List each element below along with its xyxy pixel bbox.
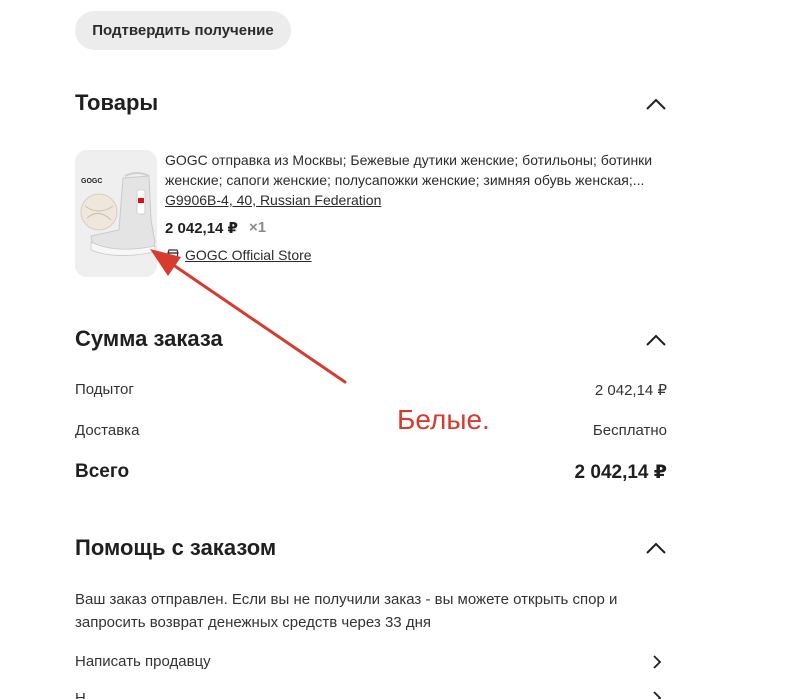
help-text: Ваш заказ отправлен. Если вы не получили… <box>75 591 618 631</box>
second-help-chevron-right-icon[interactable] <box>652 690 662 699</box>
products-collapse-chevron-up-icon[interactable] <box>645 97 667 111</box>
subtotal-value: 2 042,14 ₽ <box>594 382 667 399</box>
annotation-text: Белые. <box>397 404 490 435</box>
help-collapse-chevron-up-icon[interactable] <box>645 541 667 555</box>
write-to-seller-chevron-right-icon[interactable] <box>652 654 662 670</box>
total-value: 2 042,14 ₽ <box>574 462 667 483</box>
products-section-title: Товары <box>75 90 159 115</box>
product-quantity: ×1 <box>249 219 267 236</box>
store-icon <box>166 248 180 262</box>
product-image[interactable]: GOGC <box>75 150 157 277</box>
confirm-receipt-button[interactable]: Подтвердить получение <box>75 11 291 50</box>
summary-collapse-chevron-up-icon[interactable] <box>645 333 667 347</box>
product-price: 2 042,14 ₽ <box>165 220 238 237</box>
product-title[interactable]: GOGC отправка из Москвы; Бежевые дутики … <box>165 150 670 190</box>
product-variant-link[interactable]: G9906B-4, 40, Russian Federation <box>165 191 381 209</box>
second-help-link[interactable]: Н <box>75 690 86 699</box>
summary-section-title: Сумма заказа <box>75 326 223 351</box>
help-section-title: Помощь с заказом <box>75 535 277 560</box>
write-to-seller-link[interactable]: Написать продавцу <box>75 653 211 670</box>
store-link[interactable]: GOGC Official Store <box>185 247 312 263</box>
delivery-value: Бесплатно <box>592 422 667 439</box>
subtotal-label: Подытог <box>75 381 134 398</box>
delivery-label: Доставка <box>75 422 140 439</box>
product-brand-logo: GOGC <box>81 178 102 185</box>
total-label: Всего <box>75 461 130 482</box>
